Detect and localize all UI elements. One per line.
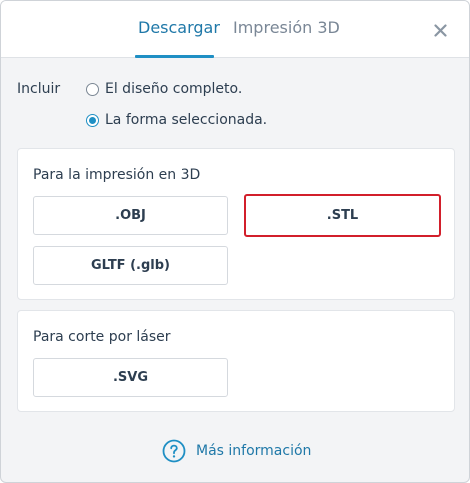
- more-info-link[interactable]: Más información: [162, 439, 311, 463]
- radio-button-unchecked[interactable]: [86, 82, 99, 96]
- laser-card: Para corte por láser .SVG: [17, 310, 455, 412]
- active-tab-indicator: [135, 55, 214, 58]
- include-label: Incluir: [17, 81, 61, 97]
- radio-full-design[interactable]: El diseño completo.: [86, 80, 242, 98]
- more-info-text: Más información: [196, 443, 312, 459]
- gltf-button[interactable]: GLTF (.glb): [33, 246, 228, 285]
- radio-selected-shape[interactable]: La forma seleccionada.: [86, 111, 267, 129]
- tab-3d-print[interactable]: Impresión 3D: [233, 18, 340, 38]
- radio-label-selected-shape: La forma seleccionada.: [105, 112, 268, 128]
- tab-download[interactable]: Descargar: [138, 18, 220, 38]
- stl-button[interactable]: .STL: [244, 194, 441, 237]
- print3d-card: Para la impresión en 3D .OBJ .STL GLTF (…: [17, 148, 455, 300]
- print3d-section-title: Para la impresión en 3D: [33, 167, 201, 183]
- svg-button[interactable]: .SVG: [33, 358, 228, 397]
- export-dialog: Descargar Impresión 3D Incluir El diseño…: [0, 0, 470, 483]
- radio-label-full-design: El diseño completo.: [105, 81, 243, 97]
- close-icon: [433, 23, 447, 37]
- dialog-header: Descargar Impresión 3D: [1, 1, 469, 58]
- question-circle-icon: [162, 439, 186, 463]
- laser-section-title: Para corte por láser: [33, 329, 171, 345]
- obj-button[interactable]: .OBJ: [33, 196, 228, 235]
- radio-button-checked[interactable]: [86, 113, 99, 127]
- close-button[interactable]: [430, 20, 450, 40]
